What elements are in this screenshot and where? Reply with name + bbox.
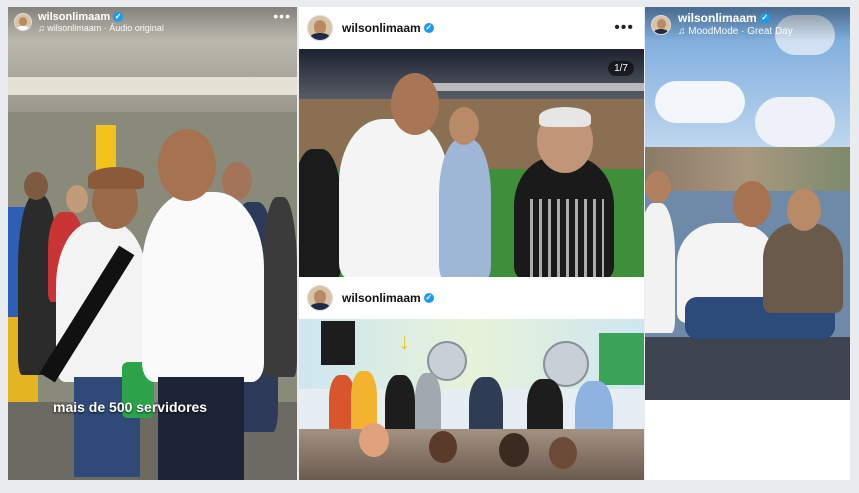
seated-head [549,437,577,469]
reel-right[interactable]: wilsonlimaam ✓ ♫ MoodMode · Great Day [645,7,850,400]
username[interactable]: wilsonlimaam [678,11,757,25]
username-row[interactable]: wilsonlimaam ✓ [678,11,793,25]
dark-pants [158,377,244,480]
person-left [299,149,341,277]
more-horizontal-icon[interactable]: ••• [614,20,634,36]
empty-area [645,400,850,480]
man-white-polo [142,192,264,382]
verified-badge-icon: ✓ [423,293,434,303]
post-photo[interactable]: 1/7 [299,49,644,277]
music-note-icon: ♫ [678,26,686,37]
username[interactable]: wilsonlimaam [38,11,110,23]
man-blue-shirt [439,139,491,277]
audio-label[interactable]: wilsonlimaam · Áudio original [47,23,164,33]
username-row[interactable]: wilsonlimaam ✓ [342,292,434,304]
avatar[interactable] [307,15,333,41]
username[interactable]: wilsonlimaam [342,292,421,304]
avatar[interactable] [651,15,671,35]
crowd-head [24,172,48,200]
yellow-arrow-icon: ↓ [399,329,410,354]
green-banner [599,333,644,385]
boat [645,337,850,400]
crowd-head [66,185,88,213]
more-horizontal-icon[interactable]: ••• [273,9,291,23]
verified-badge-icon: ✓ [759,13,770,23]
man-brown-shirt-head [787,189,821,231]
audio-label[interactable]: MoodMode · Great Day [688,26,793,37]
avatar[interactable] [14,13,32,31]
music-note-icon: ♫ [38,23,45,33]
cloud [755,97,835,147]
reel-header: wilsonlimaam ✓ ♫ wilsonlimaam · Áudio ori… [8,7,297,41]
seated-crowd [299,429,644,480]
stadium-roof-light [419,83,644,91]
verified-badge-icon: ✓ [113,12,124,22]
username-row[interactable]: wilsonlimaam ✓ [342,22,434,34]
cloud [655,81,745,123]
speaker [321,321,355,365]
post-photo[interactable]: ↓ [299,319,644,480]
avatar[interactable] [307,285,333,311]
man-white-polo-head [158,129,216,201]
white-hair [539,107,591,127]
audio-row[interactable]: ♫ MoodMode · Great Day [678,25,793,38]
post-header: wilsonlimaam ✓ [299,277,644,319]
man-white-shirt-head [733,181,771,227]
video-caption: mais de 500 servidores [53,399,208,415]
seated-head [429,431,457,463]
username-row[interactable]: wilsonlimaam ✓ [38,11,164,23]
seated-head [359,423,389,457]
reel-header: wilsonlimaam ✓ ♫ MoodMode · Great Day [645,7,850,41]
man-blue-shirt-head [449,107,479,145]
crowd-person [263,197,297,377]
seated-head [499,433,529,467]
verified-badge-icon: ✓ [423,23,434,33]
jersey-stripes [524,199,604,277]
man-white-tshirt [339,119,449,277]
reel-left[interactable]: wilsonlimaam ✓ ♫ wilsonlimaam · Áudio ori… [8,7,297,480]
brown-cap [88,167,144,189]
attendee [415,373,441,437]
man-left-edge-head [645,171,671,203]
man-left-edge [645,203,675,333]
carousel-counter: 1/7 [608,61,634,76]
post-center-bottom[interactable]: wilsonlimaam ✓ ↓ [299,277,644,480]
audio-row[interactable]: ♫ wilsonlimaam · Áudio original [38,23,164,34]
post-header: wilsonlimaam ✓ ••• [299,7,644,49]
man-white-tshirt-head [391,73,439,135]
username[interactable]: wilsonlimaam [342,22,421,34]
stadium-lights [299,49,644,99]
ceiling-beam [8,77,297,95]
man-brown-shirt [763,223,843,313]
post-center-top[interactable]: wilsonlimaam ✓ ••• 1/7 [299,7,644,277]
